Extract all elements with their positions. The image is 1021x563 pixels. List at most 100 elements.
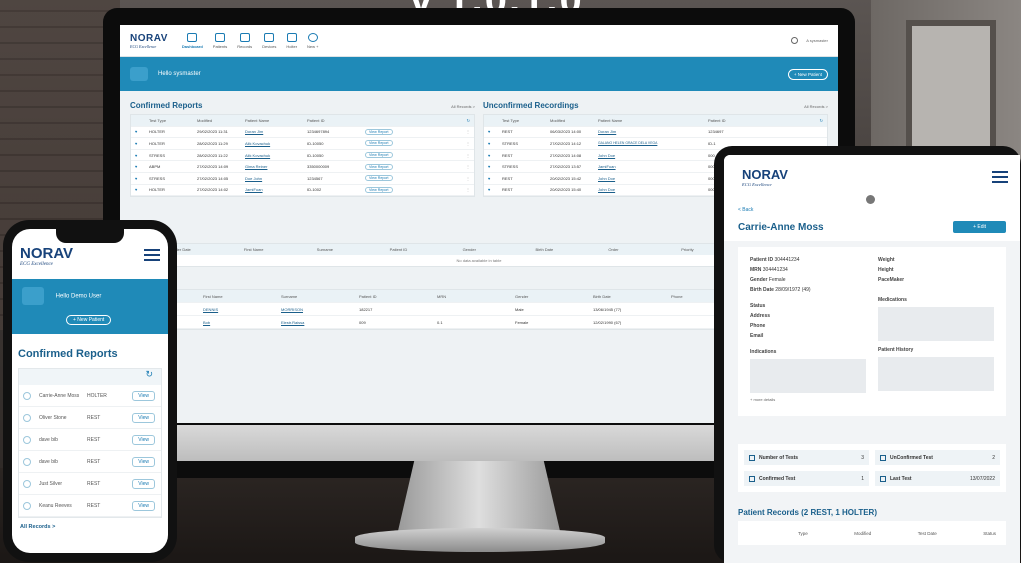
nav-new[interactable]: New +	[307, 32, 319, 49]
more-icon[interactable]: ⋮	[466, 187, 470, 192]
norav-logo[interactable]: NORAV ECG Excellence	[20, 245, 73, 279]
more-details-link[interactable]: + more details	[750, 397, 866, 402]
norav-logo[interactable]: NORAV ECG Excellence	[742, 167, 788, 201]
confirmed-reports-list: ↻ Carrie-Anne Moss HOLTER View Oliver Ston…	[18, 368, 162, 518]
table-row[interactable]: ♥ HOLTER 29/02/2023 11:31 Doran Jim 12346978…	[131, 127, 474, 139]
list-item[interactable]: Oliver Stone REST View	[19, 407, 161, 429]
test-type-icon: ♥	[135, 164, 138, 170]
history-label: Patient History	[878, 347, 914, 353]
welcome-banner: Hello sysmaster + New Patient	[120, 57, 838, 91]
view-button[interactable]: View	[132, 434, 155, 445]
patient-name: Carrie-Anne Moss	[738, 221, 824, 233]
list-item[interactable]: dave bib REST View	[19, 429, 161, 451]
more-icon[interactable]: ⋮	[466, 164, 470, 169]
expand-icon[interactable]	[23, 479, 31, 488]
user-menu[interactable]: A sysmaster	[806, 38, 828, 43]
test-type-icon: ♥	[135, 187, 138, 193]
stat-number-of-tests: Number of Tests 3	[744, 450, 869, 465]
folder-icon	[239, 32, 250, 42]
edit-button[interactable]: + Edit	[953, 221, 1006, 233]
expand-icon[interactable]	[23, 457, 31, 466]
nav-patients[interactable]: Patients	[213, 32, 227, 49]
panel-title: Confirmed Reports	[130, 101, 203, 110]
mrn-field: MRN 304441234	[750, 267, 788, 273]
more-icon[interactable]: ⋮	[466, 141, 470, 146]
test-type-icon: ♥	[135, 140, 138, 146]
test-type-icon: ♥	[488, 129, 491, 135]
new-patient-button[interactable]: + New Patient	[787, 68, 828, 80]
view-report-button[interactable]: View Report	[365, 128, 393, 135]
greeting: Hello sysmaster	[158, 71, 201, 77]
tablet-screen: NORAV ECG Excellence < Back Carrie-Anne …	[724, 155, 1020, 563]
refresh-icon[interactable]: ↻	[19, 369, 161, 385]
more-icon[interactable]: ⋮	[466, 153, 470, 158]
all-records-link[interactable]: All Records >	[451, 104, 475, 109]
chat-icon	[22, 287, 44, 305]
top-navigation: NORAV ECG Excellence Dashboard Patients …	[120, 25, 838, 57]
nav-holter[interactable]: Holter	[286, 32, 297, 49]
table-header: Test Type Modified Patient Name Patient …	[484, 115, 827, 127]
expand-icon[interactable]	[23, 501, 31, 510]
view-button[interactable]: View	[132, 412, 155, 423]
patient-records-title: Patient Records (2 REST, 1 HOLTER)	[738, 508, 877, 517]
phone-notch	[56, 229, 124, 243]
norav-logo[interactable]: NORAV ECG Excellence	[130, 33, 168, 49]
test-type-icon: ♥	[135, 152, 138, 158]
hamburger-menu-icon[interactable]	[992, 171, 1008, 183]
medications-label: Medications	[878, 297, 907, 303]
view-report-button[interactable]: View Report	[365, 152, 393, 159]
table-header: Test Type Modified Patient Name Patient …	[131, 115, 474, 127]
refresh-icon[interactable]: ↻	[467, 118, 470, 123]
gender-field: Gender Female	[750, 277, 786, 283]
patient-details-card: Patient ID 304441234 MRN 304441234 Gende…	[738, 247, 1006, 416]
panel-title: Unconfirmed Recordings	[483, 101, 579, 110]
gear-icon[interactable]	[791, 37, 799, 44]
nav-dashboard[interactable]: Dashboard	[182, 32, 203, 49]
all-records-link[interactable]: All Records >	[12, 518, 168, 536]
list-item[interactable]: dave bib REST View	[19, 451, 161, 473]
all-records-link[interactable]: All Records >	[804, 104, 828, 109]
table-row[interactable]: ♥ STRESS 28/02/2023 11:22 Alik Kovachuk ID-1…	[131, 150, 474, 162]
tablet-camera	[866, 195, 875, 204]
table-row[interactable]: ♥ HOLTER 27/02/2023 14:02 JamiFuan ID-1002 Vi…	[131, 185, 474, 197]
refresh-icon[interactable]: ↻	[820, 118, 823, 123]
view-report-button[interactable]: View Report	[365, 175, 393, 182]
view-button[interactable]: View	[132, 500, 155, 511]
view-button[interactable]: View	[132, 478, 155, 489]
hamburger-menu-icon[interactable]	[144, 249, 160, 261]
list-item[interactable]: Carrie-Anne Moss HOLTER View	[19, 385, 161, 407]
expand-icon[interactable]	[23, 413, 31, 422]
list-item[interactable]: Just Silver REST View	[19, 473, 161, 495]
new-patient-button[interactable]: + New Patient	[66, 315, 112, 325]
view-report-button[interactable]: View Report	[365, 163, 393, 170]
view-button[interactable]: View	[132, 456, 155, 467]
view-report-button[interactable]: View Report	[365, 186, 393, 193]
test-type-icon: ♥	[135, 129, 138, 135]
table-row[interactable]: ♥ STRESS 27/02/2023 14:05 Doe John 1234567 Vi…	[131, 173, 474, 185]
mobile-phone: NORAV ECG Excellence Hello Demo User + N…	[3, 220, 177, 562]
clipboard-icon	[749, 475, 755, 482]
phone-screen: NORAV ECG Excellence Hello Demo User + N…	[12, 229, 168, 553]
nav-devices[interactable]: Devices	[262, 32, 276, 49]
view-button[interactable]: View	[132, 390, 155, 401]
indications-label: Indications	[750, 349, 777, 355]
table-row[interactable]: ♥ REST 06/03/2023 14:00 Doran Jim 1234697	[484, 127, 827, 139]
status-field: Status	[750, 303, 766, 309]
table-row[interactable]: ♥ ABPM 27/02/2023 14:09 Gima Reiner 33500000…	[131, 161, 474, 173]
table-row[interactable]: ♥ HOLTER 28/02/2023 11:29 Alik Kovachuk ID-1…	[131, 138, 474, 150]
view-report-button[interactable]: View Report	[365, 140, 393, 147]
test-type-icon: ♥	[135, 175, 138, 181]
test-type-icon: ♥	[488, 175, 491, 181]
list-item[interactable]: Keanu Reeves REST View	[19, 495, 161, 517]
clipboard-icon	[880, 454, 886, 461]
expand-icon[interactable]	[23, 391, 31, 400]
stat-last-test: Last Test 13/07/2022	[875, 471, 1000, 486]
expand-icon[interactable]	[23, 435, 31, 444]
welcome-banner: Hello Demo User + New Patient	[12, 279, 168, 334]
confirmed-reports-table: Test Type Modified Patient Name Patient …	[130, 114, 475, 198]
chat-icon	[130, 67, 148, 81]
more-icon[interactable]: ⋮	[466, 176, 470, 181]
nav-records[interactable]: Records	[237, 32, 252, 49]
more-icon[interactable]: ⋮	[466, 129, 470, 134]
monitor-stand	[398, 461, 560, 531]
